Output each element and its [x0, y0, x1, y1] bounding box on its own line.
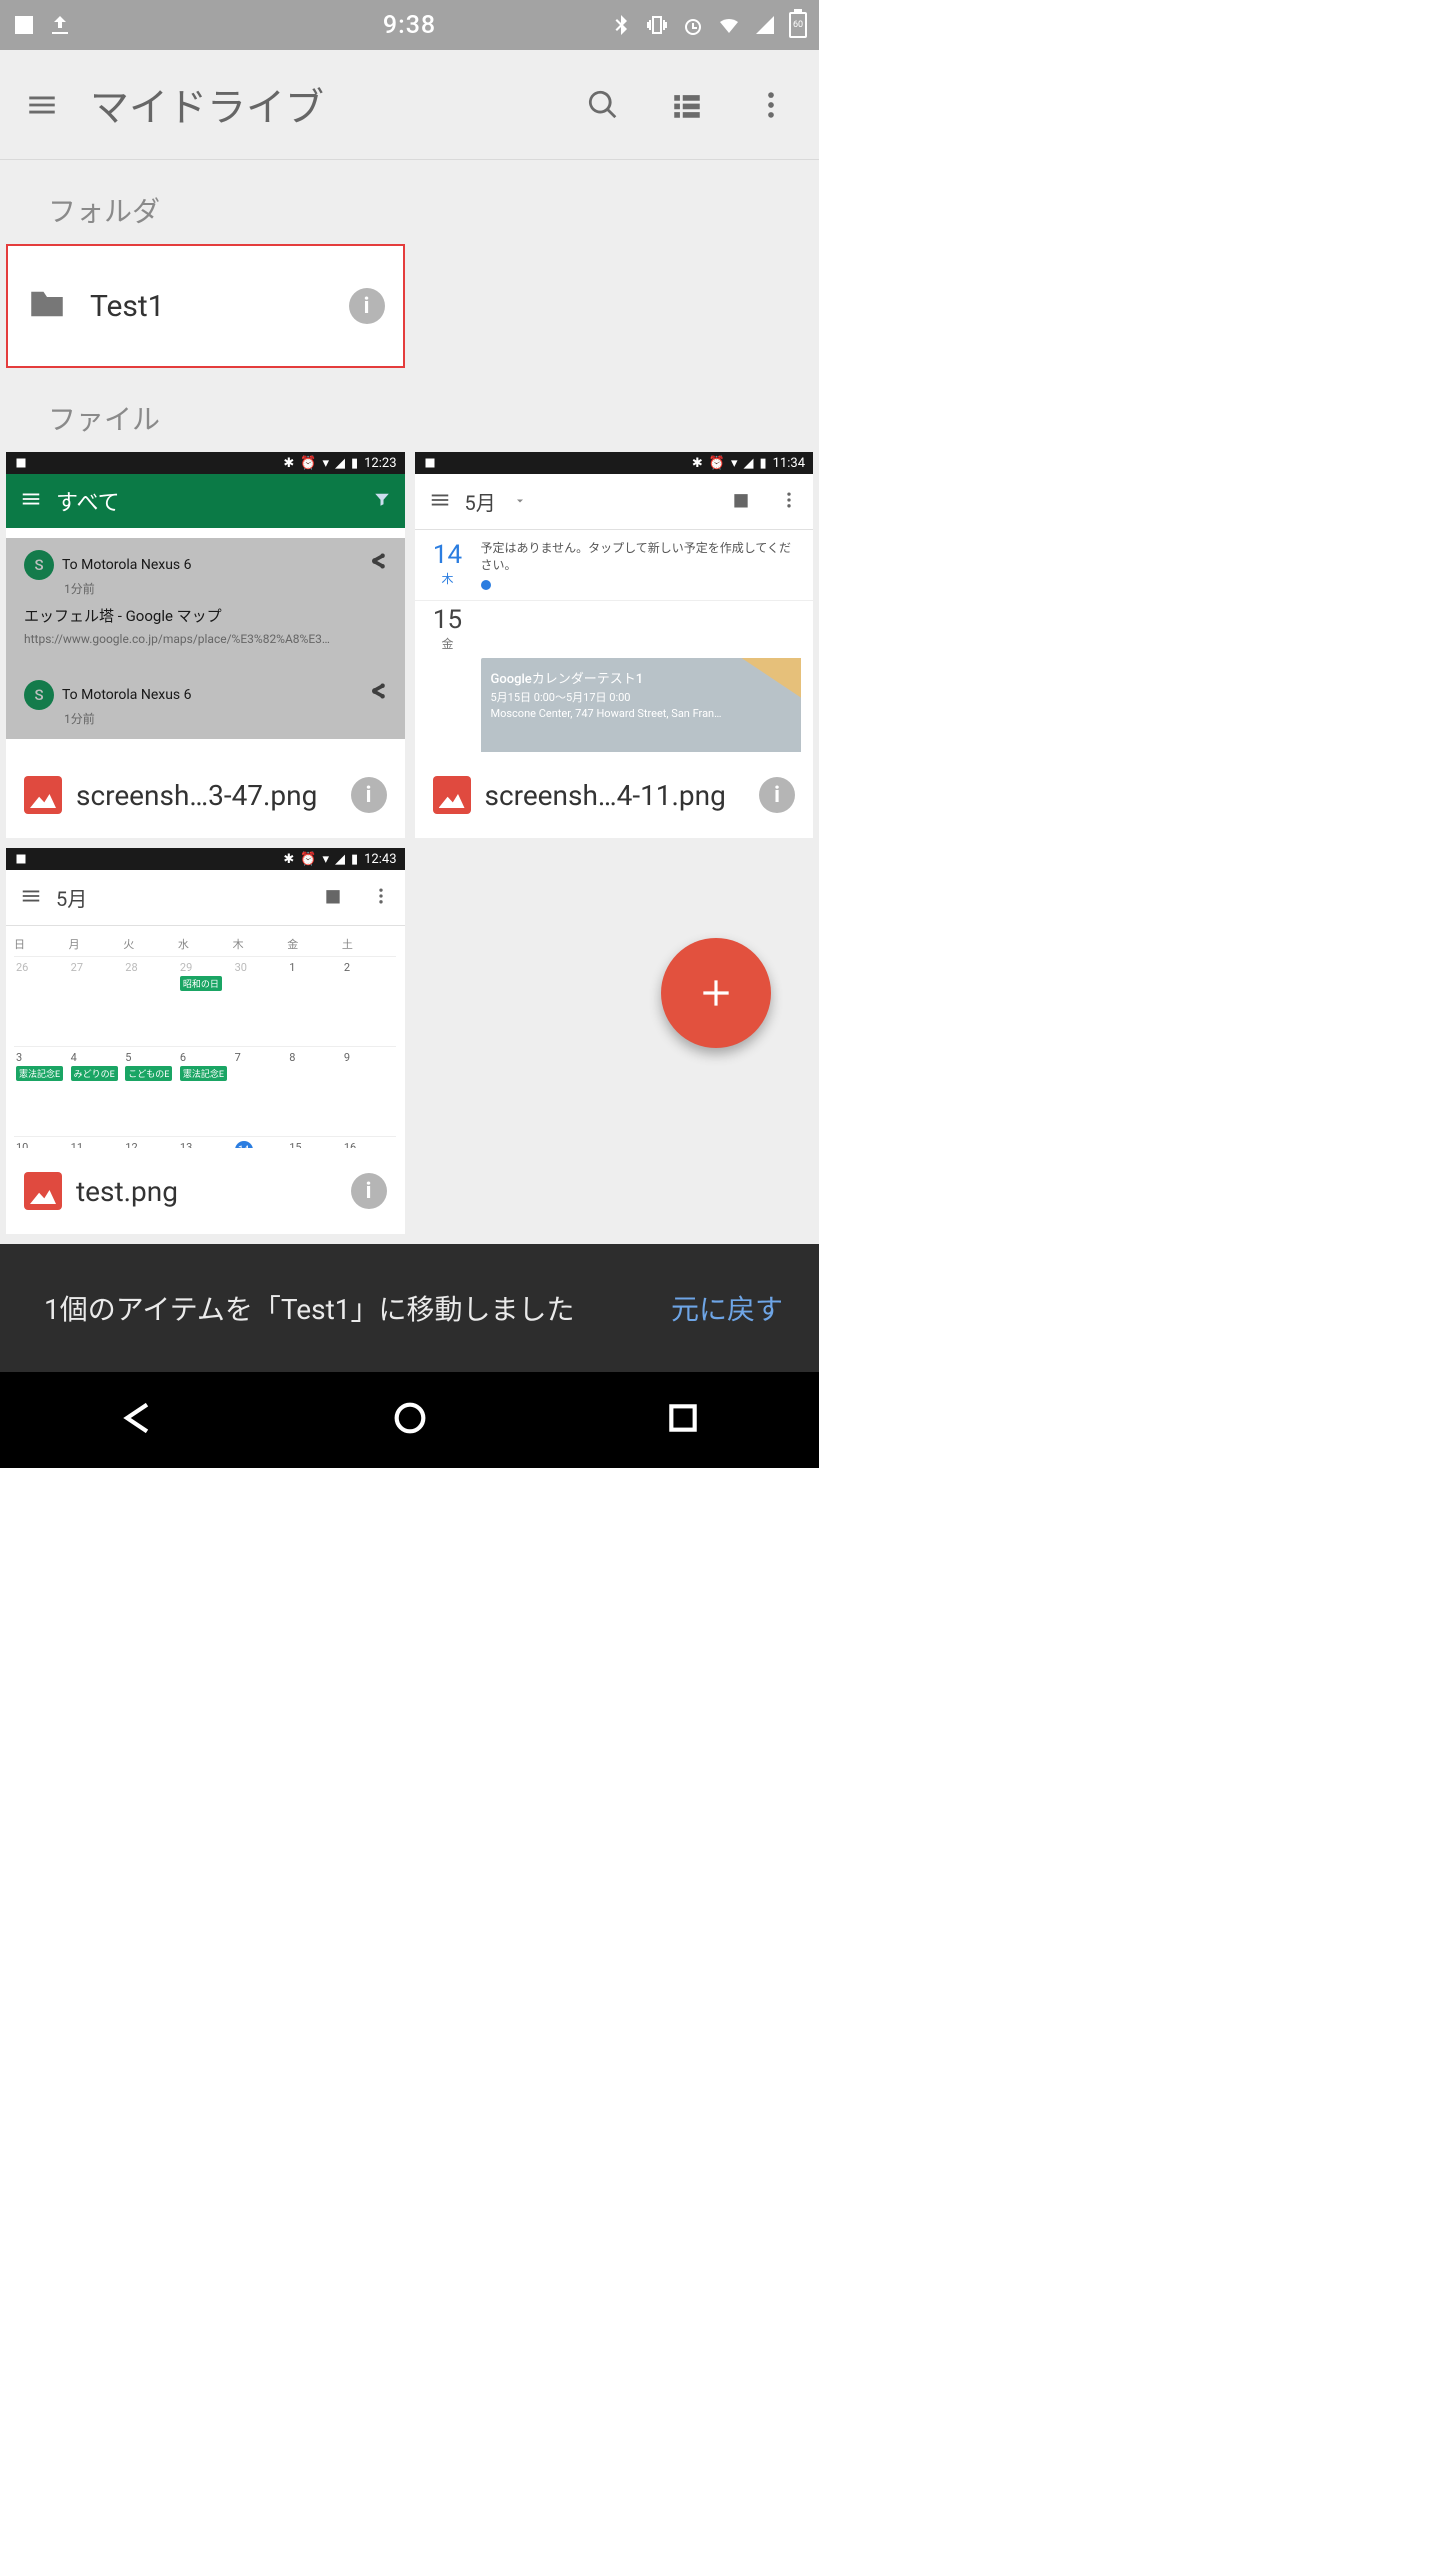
file-item[interactable]: ✱⏰▾◢▮11:34 5月 14木 予定はありません。タップして新しい予定を作成… — [415, 452, 814, 838]
alarm-icon — [681, 13, 705, 37]
folder-name: Test1 — [90, 289, 349, 324]
info-icon[interactable]: i — [759, 777, 795, 813]
appbar-title: マイドライブ — [90, 77, 573, 133]
section-folders-label: フォルダ — [0, 160, 819, 244]
bluetooth-icon — [609, 13, 633, 37]
file-thumbnail: ✱⏰▾◢▮12:43 5月 日月火水木金土 26272829昭和の日3012 3… — [6, 848, 405, 1148]
file-thumbnail: ✱⏰▾◢▮11:34 5月 14木 予定はありません。タップして新しい予定を作成… — [415, 452, 814, 752]
info-icon[interactable]: i — [349, 288, 385, 324]
android-statusbar: 9:38 60 — [0, 0, 819, 50]
nav-overview-icon[interactable] — [663, 1398, 703, 1442]
file-name: test.png — [76, 1175, 337, 1208]
file-name: screensh…4-11.png — [485, 779, 746, 812]
appbar: マイドライブ — [0, 50, 819, 160]
snackbar-message: 1個のアイテムを「Test1」に移動しました — [44, 1288, 671, 1328]
search-icon[interactable] — [573, 75, 633, 135]
picture-icon — [12, 13, 36, 37]
info-icon[interactable]: i — [351, 1173, 387, 1209]
file-item[interactable]: ✱⏰▾◢▮12:23 すべて STo Motorola Nexus 6 1分前 … — [6, 452, 405, 838]
file-item[interactable]: ✱⏰▾◢▮12:43 5月 日月火水木金土 26272829昭和の日3012 3… — [6, 848, 405, 1234]
fab-add-button[interactable] — [661, 938, 771, 1048]
view-list-icon[interactable] — [657, 75, 717, 135]
battery-icon: 60 — [789, 12, 807, 38]
nav-home-icon[interactable] — [390, 1398, 430, 1442]
upload-icon — [48, 13, 72, 37]
image-file-icon — [433, 776, 471, 814]
android-navbar — [0, 1372, 819, 1468]
image-file-icon — [24, 1172, 62, 1210]
more-vert-icon[interactable] — [741, 75, 801, 135]
statusbar-time: 9:38 — [383, 11, 436, 40]
nav-back-icon[interactable] — [117, 1398, 157, 1442]
vibrate-icon — [645, 13, 669, 37]
image-file-icon — [24, 776, 62, 814]
info-icon[interactable]: i — [351, 777, 387, 813]
section-files-label: ファイル — [0, 368, 819, 452]
folder-item[interactable]: Test1 i — [6, 244, 405, 368]
hamburger-menu-icon[interactable] — [12, 75, 72, 135]
signal-icon — [753, 13, 777, 37]
snackbar-undo-button[interactable]: 元に戻す — [671, 1288, 783, 1328]
file-name: screensh…3-47.png — [76, 779, 337, 812]
folder-icon — [26, 283, 68, 329]
file-thumbnail: ✱⏰▾◢▮12:23 すべて STo Motorola Nexus 6 1分前 … — [6, 452, 405, 752]
content-area: フォルダ Test1 i ファイル ✱⏰▾◢▮12:23 すべて STo Mot… — [0, 160, 819, 1244]
snackbar: 1個のアイテムを「Test1」に移動しました 元に戻す — [0, 1244, 819, 1372]
wifi-icon — [717, 13, 741, 37]
